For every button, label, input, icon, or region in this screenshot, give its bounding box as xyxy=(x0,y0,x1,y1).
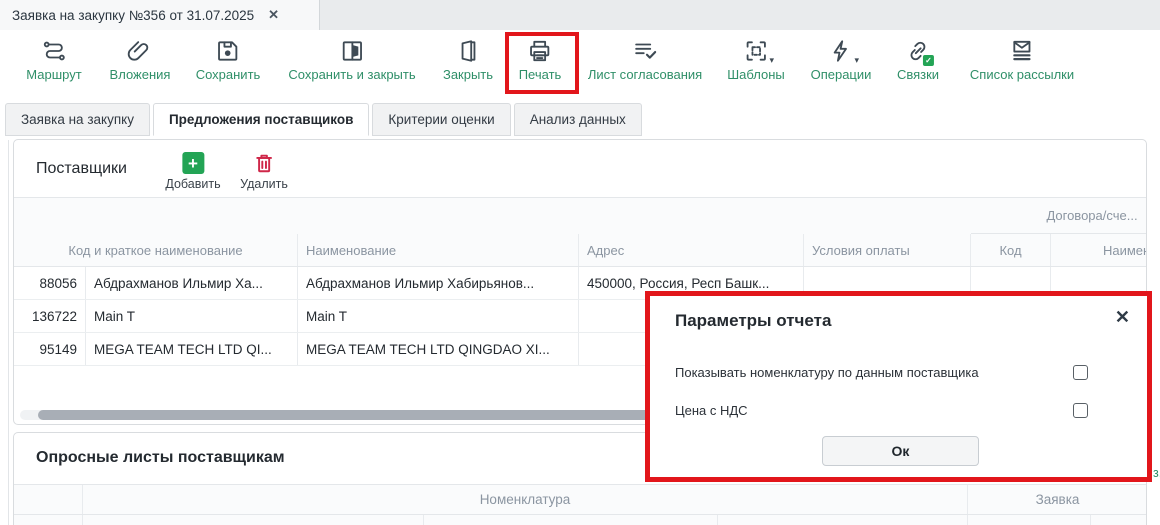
option-row: Цена с НДС xyxy=(675,400,1088,420)
chevron-down-icon: ▾ xyxy=(854,56,859,65)
col-code-short-name[interactable]: Код и краткое наименование xyxy=(14,234,298,266)
close-door-icon xyxy=(455,38,481,64)
save-label: Сохранить xyxy=(196,67,261,82)
approval-sheet-label: Лист согласования xyxy=(588,67,702,82)
cell-name: MEGA TEAM TECH LTD QINGDAO XI... xyxy=(298,333,579,365)
dialog-title: Параметры отчета xyxy=(675,311,831,331)
attachments-icon xyxy=(127,38,153,64)
cell-short-name: Main T xyxy=(86,300,298,332)
approval-sheet-button[interactable]: Лист согласования xyxy=(588,38,702,82)
vat-price-checkbox[interactable] xyxy=(1073,403,1088,418)
mailing-list-button[interactable]: Список рассылки xyxy=(970,38,1074,82)
tab-supplier-offers[interactable]: Предложения поставщиков xyxy=(153,103,369,136)
option-vat-price-label: Цена с НДС xyxy=(675,403,748,418)
route-button[interactable]: Маршрут xyxy=(26,38,81,82)
attachments-button[interactable]: Вложения xyxy=(110,38,171,82)
ok-button[interactable]: Ок xyxy=(822,436,979,466)
route-label: Маршрут xyxy=(26,67,81,82)
close-button[interactable]: Закрыть xyxy=(443,38,493,82)
survey-col-empty xyxy=(14,485,83,514)
option-show-nomenclature-label: Показывать номенклатуру по данным постав… xyxy=(675,365,979,380)
survey-sheets-title: Опросные листы поставщикам xyxy=(36,449,285,467)
save-button[interactable]: Сохранить xyxy=(196,38,261,82)
add-supplier-button[interactable]: + Добавить xyxy=(165,152,220,191)
col-address[interactable]: Адрес xyxy=(579,234,804,266)
table-header-row: Код и краткое наименование Наименование … xyxy=(14,234,1147,267)
save-and-close-button[interactable]: Сохранить и закрыть xyxy=(288,38,415,82)
close-label: Закрыть xyxy=(443,67,493,82)
survey-group-header-row: Номенклатура Заявка xyxy=(14,485,1147,515)
cell-name: Main T xyxy=(298,300,579,332)
app-window: Заявка на закупку №356 от 31.07.2025 ✕ М… xyxy=(0,0,1160,525)
plus-icon: + xyxy=(182,152,204,174)
cell-code: 88056 xyxy=(14,267,86,299)
operations-button[interactable]: ▾ Операции xyxy=(811,38,872,82)
col-contract-code[interactable]: Код xyxy=(971,234,1051,266)
print-button[interactable]: Печать xyxy=(519,38,562,82)
links-button[interactable]: ✓ Связки xyxy=(897,38,939,82)
attachments-label: Вложения xyxy=(110,67,171,82)
survey-table: Номенклатура Заявка xyxy=(14,484,1147,525)
tab-purchase-request[interactable]: Заявка на закупку xyxy=(5,103,150,136)
templates-button[interactable]: ▾ Шаблоны xyxy=(727,38,785,82)
mailing-list-icon xyxy=(1009,38,1035,64)
add-label: Добавить xyxy=(165,177,220,191)
cell-short-name: MEGA TEAM TECH LTD QI... xyxy=(86,333,298,365)
contracts-group-header: Договора/сче... xyxy=(971,198,1147,234)
col-payment-terms[interactable]: Условия оплаты xyxy=(804,234,971,266)
cell-name: Абдрахманов Ильмир Хабирьянов... xyxy=(298,267,579,299)
clipped-text-fragment: з. xyxy=(1153,466,1160,480)
templates-icon: ▾ xyxy=(743,38,769,64)
tab-evaluation-criteria[interactable]: Критерии оценки xyxy=(372,103,510,136)
links-icon: ✓ xyxy=(905,38,931,64)
save-icon xyxy=(215,38,241,64)
templates-label: Шаблоны xyxy=(727,67,785,82)
survey-col-request[interactable]: Заявка xyxy=(968,485,1147,514)
document-tab-title: Заявка на закупку №356 от 31.07.2025 xyxy=(12,8,254,23)
operations-icon: ▾ xyxy=(828,38,854,64)
suppliers-title: Поставщики xyxy=(36,160,127,178)
dialog-close-icon[interactable]: ✕ xyxy=(1115,307,1130,328)
print-label: Печать xyxy=(519,67,562,82)
trash-icon xyxy=(253,152,275,174)
cell-short-name: Абдрахманов Ильмир Ха... xyxy=(86,267,298,299)
col-name[interactable]: Наименование xyxy=(298,234,579,266)
chevron-down-icon: ▾ xyxy=(769,56,774,65)
report-parameters-dialog: Параметры отчета ✕ Показывать номенклату… xyxy=(645,291,1152,482)
survey-subheader-row xyxy=(14,515,1147,525)
survey-col-nomenclature[interactable]: Номенклатура xyxy=(83,485,968,514)
page-tabs: Заявка на закупку Предложения поставщико… xyxy=(5,103,642,136)
check-badge-icon: ✓ xyxy=(923,55,934,66)
option-row: Показывать номенклатуру по данным постав… xyxy=(675,362,1088,382)
mailing-list-label: Список рассылки xyxy=(970,67,1074,82)
save-and-close-icon xyxy=(339,38,365,64)
route-icon xyxy=(41,38,67,64)
operations-label: Операции xyxy=(811,67,872,82)
cell-code: 95149 xyxy=(14,333,86,365)
delete-supplier-button[interactable]: Удалить xyxy=(240,152,288,191)
cell-code: 136722 xyxy=(14,300,86,332)
page-left-border xyxy=(8,140,9,525)
col-contract-name[interactable]: Наимен... xyxy=(1051,234,1147,266)
show-nomenclature-checkbox[interactable] xyxy=(1073,365,1088,380)
table-group-header-row: Договора/сче... xyxy=(14,198,1147,234)
toolbar: Маршрут Вложения Сохранить Сохранить и з… xyxy=(0,30,1160,103)
links-label: Связки xyxy=(897,67,939,82)
document-tab[interactable]: Заявка на закупку №356 от 31.07.2025 ✕ xyxy=(0,0,320,30)
tab-close-icon[interactable]: ✕ xyxy=(268,7,279,23)
save-and-close-label: Сохранить и закрыть xyxy=(288,67,415,82)
approval-sheet-icon xyxy=(632,38,658,64)
print-icon xyxy=(527,38,553,64)
delete-label: Удалить xyxy=(240,177,288,191)
tab-data-analysis[interactable]: Анализ данных xyxy=(514,103,642,136)
document-tab-bar: Заявка на закупку №356 от 31.07.2025 ✕ xyxy=(0,0,1160,30)
